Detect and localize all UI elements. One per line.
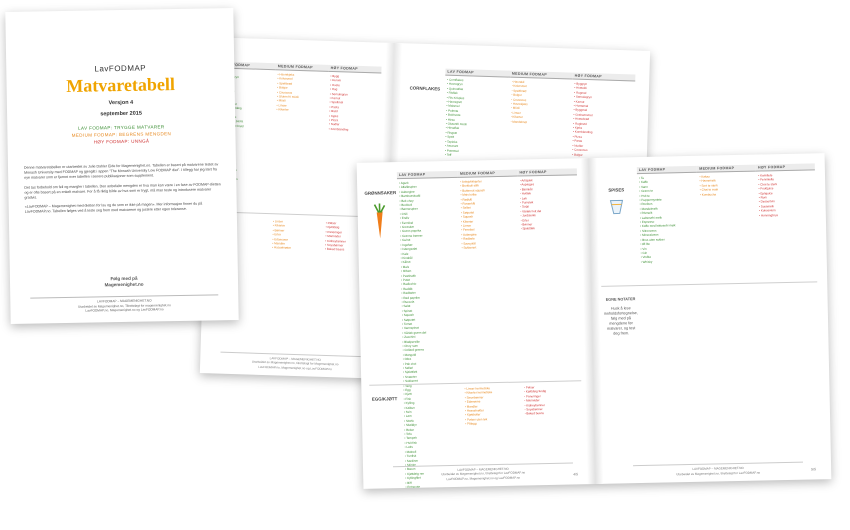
front-veg-low-list: • Agurk • Alfalfaspirer • Aubergine • Bambu… [397, 180, 462, 388]
front-category-vegetables: GRØNNSAKER [364, 190, 397, 196]
back-right-table: LAV FODMAP MEDIUM FODMAP HØY FODMAP • Co… [443, 68, 636, 163]
front-category-proteins: EGG/KJØTT [371, 396, 398, 402]
front-left-header-medium: MEDIUM FODMAP [457, 169, 518, 178]
back-left-header-medium: MEDIUM FODMAP [275, 63, 329, 72]
food-item: • Kombucha [699, 192, 717, 197]
cover-body-text: Denne matvaretabellen er utarbeidet av J… [24, 162, 223, 219]
front-right-header-low: LAV FODMAP [636, 165, 698, 175]
food-item: • Honningbrus [758, 212, 778, 218]
back-left-medium-list: • Havrekjeks • Kokosmel • Speltbrød • Bulgu… [272, 72, 328, 184]
front-left-page-number: 4/5 [573, 472, 579, 477]
cover-version-line2: september 2015 [100, 110, 142, 118]
food-item: • Svinekotelett [405, 488, 462, 489]
front-right-note-text: Husk å lese innholdsfortegnelse, følg me… [603, 306, 638, 336]
front-category-drinks: SPISES [608, 187, 625, 193]
cover-signature: Følg med på Magemenighet.no [10, 274, 238, 290]
carrot-icon [373, 203, 386, 239]
food-item: • Sukkerert [461, 245, 477, 250]
back-right-header-low: LAV FODMAP [445, 68, 511, 78]
front-drink-low-list: • Te • Kaffe • Vann • Grønn te • Hvit te • Pe… [637, 175, 699, 264]
front-veg-high-list: • Artisjokk • Asparges • Blomkål • Hvitløk •… [518, 177, 582, 385]
cover-title-block: LavFODMAP Matvaretabell Versjon 4 septem… [20, 62, 221, 119]
glass-icon [609, 199, 624, 215]
food-item: • Kikerter [276, 107, 289, 112]
food-item: • Sjalottløk [520, 226, 535, 231]
food-item: • Entrecote [405, 484, 421, 489]
front-right-header-medium: MEDIUM FODMAP [697, 164, 757, 173]
back-right-medium-list: • Havrekli • Kokosmel • Speltbrød • Bulgur •… [507, 80, 572, 161]
back-left-footer: LAVFODMAP – MAGEMENIGHET.NO Utarbeidet a… [220, 351, 371, 373]
back-left-medium-list-2: • Linser • Kikerter • Bønner • Erter • Edama… [269, 219, 323, 269]
cover-version-line1: Versjon 4 [108, 99, 134, 107]
food-item: • Mandelmel [510, 119, 528, 124]
front-right-footer: LAVFODMAP – MAGEMENIGHET.NO Utarbeidet a… [633, 461, 804, 478]
cover-footer: LAVFODMAP – MAGEMENIGHET.NO Utarbeidet a… [30, 294, 219, 315]
front-left-header-high: HØY FODMAP [517, 168, 577, 177]
food-item: • Pålegg [465, 421, 477, 426]
front-veg-medium-list: • Artisjokkhjerter • Brokkoli stilk • Butt… [458, 179, 522, 387]
front-right-note-block: EGNE NOTATER Husk å lese innholdsfortegn… [604, 297, 639, 337]
front-left-table: LAV FODMAP MEDIUM FODMAP HØY FODMAP • Ag… [396, 168, 582, 388]
food-item: • Baked beans [524, 411, 544, 416]
cover-legend: LAV FODMAP: TRYGGE MATVARER MEDIUM FODMA… [7, 122, 235, 147]
cover-paragraph-2: Det tas forbehold om feil og mangler i t… [24, 181, 221, 200]
food-item: • Kornblanding [328, 126, 349, 132]
food-item: • Teff [444, 152, 452, 157]
back-left-divider [216, 211, 377, 217]
front-left-header-low: LAV FODMAP [396, 170, 459, 180]
cover-paragraph-3: «LavFODMAP – Magemenighet med dietten fo… [24, 201, 203, 215]
front-spread-page: GRØNNSAKER LAV FODMAP MEDIUM FODMAP HØY … [356, 153, 832, 489]
front-right-note-title: EGNE NOTATER [605, 297, 636, 302]
front-drink-medium-list: • Kakao • Havremelk • Sort te sterk • Chai … [697, 174, 758, 263]
back-right-header-high: HØY FODMAP [572, 72, 636, 82]
front-spread-gutter [580, 157, 604, 485]
back-right-header-medium: MEDIUM FODMAP [509, 70, 573, 80]
front-drink-high-list: • Kamillete • Fennikelte • Chai te sterk • … [756, 172, 817, 261]
back-right-category-label: CORNFLAKES [409, 85, 441, 92]
food-item: • Hasselnøtter [272, 245, 292, 251]
back-right-high-list: • Byggryn • Hvetekli • Rugmel • Semulegryn •… [570, 82, 635, 163]
front-right-table: LAV FODMAP MEDIUM FODMAP HØY FODMAP • Te… [636, 163, 817, 264]
food-item: • Whisky [640, 259, 653, 264]
cover-paragraph-1: Denne matvaretabellen er utarbeidet av J… [23, 162, 219, 181]
back-left-header-high: HØY FODMAP [328, 64, 382, 74]
front-right-divider [601, 281, 818, 287]
cover-page: LavFODMAP Matvaretabell Versjon 4 septem… [5, 8, 239, 324]
front-right-header-high: HØY FODMAP [755, 163, 815, 172]
back-right-low-list: • Cornflakes • Havregryn • Quinoaflak • Ris… [443, 78, 510, 159]
front-right-page-number: 5/5 [811, 467, 817, 472]
cover-title: Matvaretabell [66, 74, 176, 96]
